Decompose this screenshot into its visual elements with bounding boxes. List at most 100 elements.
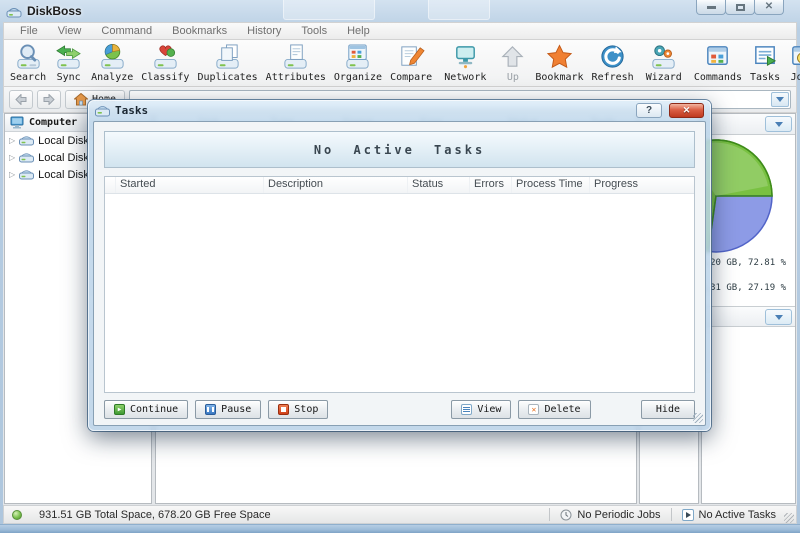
toolbar-label: Organize: [334, 72, 382, 83]
organize-icon: [343, 43, 372, 72]
toolbar: Search Sync Analyze Classify Duplicates …: [3, 40, 797, 87]
computer-icon: [10, 116, 24, 129]
tree-item-label: Local Disk: [38, 169, 89, 181]
toolbar-label: Network: [444, 72, 486, 83]
toolbar-label: Commands: [694, 72, 742, 83]
toolbar-button-network[interactable]: Network: [440, 41, 490, 85]
free-space-legend: 678.20 GB, 72.81 %: [701, 258, 786, 268]
refresh-icon: [598, 43, 627, 72]
toolbar-button-commands[interactable]: Commands: [690, 41, 746, 85]
expand-triangle-icon[interactable]: ▷: [9, 154, 15, 162]
toolbar-button-tasks[interactable]: Tasks: [746, 41, 784, 85]
tasks-table: Started Description Status Errors Proces…: [104, 176, 695, 393]
tasks-dialog-titlebar[interactable]: Tasks ? ✕: [88, 100, 711, 121]
tasks-table-header: Started Description Status Errors Proces…: [105, 177, 694, 194]
tasks-dialog: Tasks ? ✕ No Active Tasks Started Descri…: [88, 100, 711, 431]
up-arrow-icon: [498, 43, 527, 72]
attributes-icon: [281, 43, 310, 72]
list-icon: [461, 404, 472, 415]
maximize-button[interactable]: [725, 0, 755, 15]
usage-panel-header: [702, 114, 795, 135]
active-tasks-label: No Active Tasks: [699, 509, 776, 521]
window-bottom-frame: [0, 524, 800, 533]
tree-item-label: Local Disk: [38, 135, 89, 147]
menu-help[interactable]: Help: [337, 25, 380, 37]
window-resize-grip[interactable]: [784, 513, 794, 523]
column-errors[interactable]: Errors: [469, 177, 511, 193]
tasks-table-body[interactable]: [105, 194, 694, 392]
menu-file[interactable]: File: [10, 25, 48, 37]
play-icon: ▶: [114, 404, 125, 415]
menu-command[interactable]: Command: [91, 25, 162, 37]
tasks-dialog-title: Tasks: [115, 104, 631, 117]
background-window-ghost: [428, 0, 490, 20]
toolbar-button-wizard[interactable]: Wizard: [642, 41, 686, 85]
compare-icon: [397, 43, 426, 72]
toolbar-label: Compare: [390, 72, 432, 83]
close-icon: ✕: [765, 2, 773, 12]
toolbar-label: Tasks: [750, 72, 780, 83]
menu-bar: File View Command Bookmarks History Tool…: [3, 22, 797, 40]
continue-button[interactable]: ▶ Continue: [104, 400, 188, 419]
toolbar-button-analyze[interactable]: Analyze: [87, 41, 137, 85]
chevron-down-icon: [775, 315, 783, 320]
periodic-jobs-status[interactable]: No Periodic Jobs: [556, 509, 664, 521]
address-dropdown-button[interactable]: [771, 92, 789, 107]
active-tasks-status[interactable]: No Active Tasks: [678, 509, 780, 521]
column-gutter: [105, 177, 115, 193]
forward-button[interactable]: [37, 90, 61, 109]
dialog-help-button[interactable]: ?: [636, 103, 662, 118]
menu-view[interactable]: View: [48, 25, 92, 37]
column-process-time[interactable]: Process Time: [511, 177, 589, 193]
view-label: View: [477, 404, 501, 415]
usage-dropdown-button[interactable]: [765, 116, 792, 132]
menu-bookmarks[interactable]: Bookmarks: [162, 25, 237, 37]
toolbar-button-up[interactable]: Up: [494, 41, 531, 85]
hide-label: Hide: [656, 404, 680, 415]
toolbar-button-jobs[interactable]: Jobs: [784, 41, 800, 85]
toolbar-button-compare[interactable]: Compare: [386, 41, 436, 85]
dialog-resize-grip[interactable]: [693, 413, 703, 423]
diskboss-app-icon: [6, 3, 22, 19]
tasks-dialog-body: No Active Tasks Started Description Stat…: [93, 121, 706, 426]
view-button[interactable]: View: [451, 400, 511, 419]
toolbar-button-organize[interactable]: Organize: [330, 41, 386, 85]
toolbar-button-attributes[interactable]: Attributes: [262, 41, 330, 85]
back-arrow-icon: [15, 94, 27, 105]
commands-icon: [703, 43, 732, 72]
toolbar-button-bookmark[interactable]: Bookmark: [531, 41, 587, 85]
toolbar-button-duplicates[interactable]: Duplicates: [193, 41, 261, 85]
usage-dropdown-button-2[interactable]: [765, 309, 792, 325]
delete-button[interactable]: ✕ Delete: [518, 400, 590, 419]
sync-icon: [54, 43, 83, 72]
stop-button[interactable]: Stop: [268, 400, 328, 419]
column-status[interactable]: Status: [407, 177, 469, 193]
window-titlebar[interactable]: DiskBoss ✕: [0, 0, 800, 22]
column-progress[interactable]: Progress: [589, 177, 694, 193]
no-active-tasks-banner: No Active Tasks: [104, 131, 695, 168]
toolbar-button-search[interactable]: Search: [6, 41, 50, 85]
minimize-button[interactable]: [696, 0, 726, 15]
toolbar-button-sync[interactable]: Sync: [50, 41, 87, 85]
tasks-dialog-icon: [95, 104, 110, 117]
space-summary: 931.51 GB Total Space, 678.20 GB Free Sp…: [39, 509, 271, 521]
hide-button[interactable]: Hide: [641, 400, 695, 419]
column-started[interactable]: Started: [115, 177, 263, 193]
column-description[interactable]: Description: [263, 177, 407, 193]
chevron-down-icon: [776, 97, 784, 102]
forward-arrow-icon: [43, 94, 55, 105]
dialog-close-button[interactable]: ✕: [669, 103, 704, 118]
menu-history[interactable]: History: [237, 25, 291, 37]
close-button[interactable]: ✕: [754, 0, 784, 15]
search-icon: [14, 43, 43, 72]
toolbar-button-refresh[interactable]: Refresh: [588, 41, 638, 85]
back-button[interactable]: [9, 90, 33, 109]
toolbar-button-classify[interactable]: Classify: [137, 41, 193, 85]
tasks-dialog-footer: ▶ Continue Pause Stop View ✕ Delete: [104, 393, 695, 419]
delete-x-icon: ✕: [528, 404, 539, 415]
expand-triangle-icon[interactable]: ▷: [9, 171, 15, 179]
expand-triangle-icon[interactable]: ▷: [9, 137, 15, 145]
analyze-icon: [98, 43, 127, 72]
menu-tools[interactable]: Tools: [291, 25, 337, 37]
pause-button[interactable]: Pause: [195, 400, 261, 419]
